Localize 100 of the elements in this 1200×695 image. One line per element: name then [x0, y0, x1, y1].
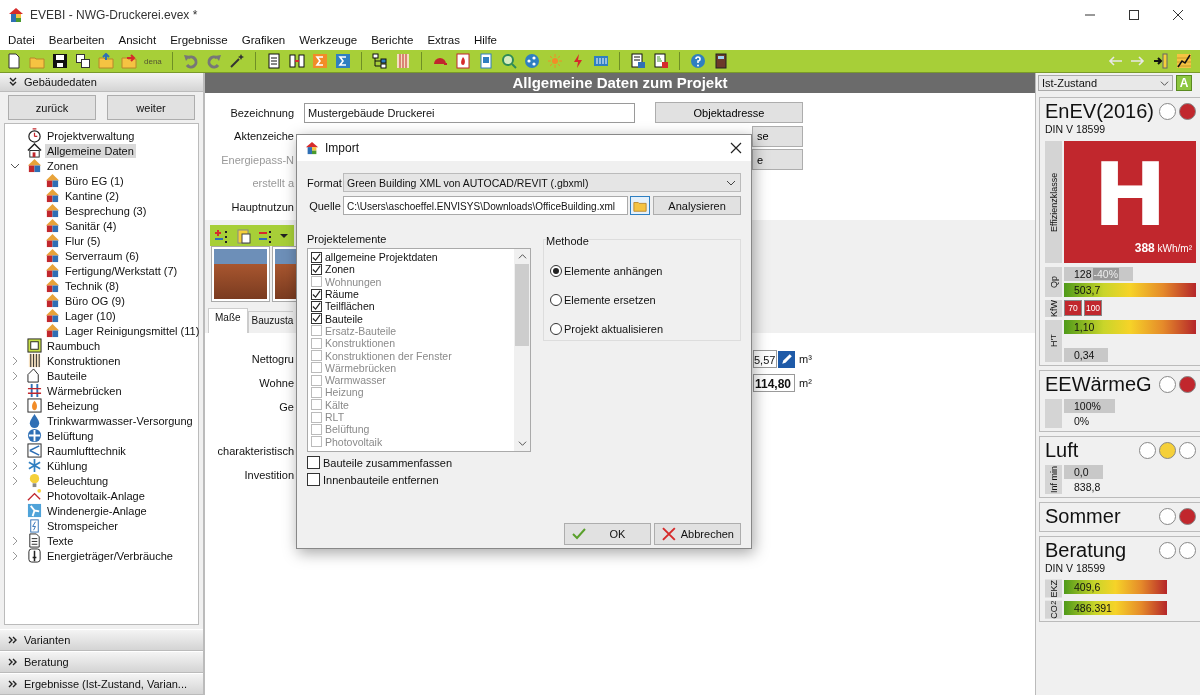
- save-icon[interactable]: [52, 53, 68, 69]
- browse-button[interactable]: [630, 196, 651, 215]
- collapsed-caret-icon[interactable]: [10, 370, 20, 381]
- menu-item[interactable]: Werkzeuge: [299, 34, 358, 46]
- edit-icon[interactable]: [778, 350, 795, 368]
- analyze-button[interactable]: Analysieren: [653, 196, 741, 215]
- checkbox[interactable]: [307, 473, 320, 486]
- format-dropdown[interactable]: Green Building XML von AUTOCAD/REVIT (.gbxml): [343, 173, 741, 192]
- new-page-icon[interactable]: [6, 53, 22, 69]
- menu-item[interactable]: Berichte: [371, 34, 414, 46]
- scroll-thumb[interactable]: [515, 264, 529, 346]
- value-field[interactable]: 5,57: [753, 350, 777, 368]
- scroll-up-icon[interactable]: [517, 252, 527, 261]
- magnifier-icon[interactable]: [500, 53, 517, 69]
- cancel-button[interactable]: Abbrechen: [654, 523, 741, 545]
- gauge-icon[interactable]: [477, 53, 494, 69]
- radio-button[interactable]: [550, 264, 562, 277]
- collapsed-caret-icon[interactable]: [10, 460, 20, 471]
- add-items-icon[interactable]: [214, 227, 230, 244]
- section-header[interactable]: Ergebnisse (Ist-Zustand, Varian...: [0, 673, 203, 695]
- menu-item[interactable]: Ansicht: [118, 34, 157, 46]
- radio-button[interactable]: [550, 293, 562, 306]
- tree-item[interactable]: Flur (5): [63, 233, 103, 248]
- collapsed-caret-icon[interactable]: [10, 400, 20, 411]
- tree-item[interactable]: Besprechung (3): [63, 203, 149, 218]
- tree-item[interactable]: Lager (10): [63, 308, 118, 323]
- tree-item[interactable]: Belüftung: [45, 428, 96, 443]
- checkbox[interactable]: [311, 251, 322, 263]
- section-header[interactable]: Varianten: [0, 629, 203, 651]
- close-icon[interactable]: [730, 142, 742, 154]
- menu-item[interactable]: Grafiken: [241, 34, 286, 46]
- folder-upload-icon[interactable]: [98, 53, 114, 69]
- menu-item[interactable]: Extras: [427, 34, 460, 46]
- tree-item[interactable]: Kantine (2): [63, 188, 121, 203]
- ok-button[interactable]: OK: [564, 523, 651, 545]
- dropdown-caret-icon[interactable]: [280, 231, 288, 240]
- tree-item[interactable]: Raumbuch: [45, 338, 103, 353]
- tree-item[interactable]: Projektverwaltung: [45, 128, 137, 143]
- photo-placeholder[interactable]: [212, 247, 269, 301]
- chart-icon[interactable]: [1176, 53, 1192, 69]
- tree-item[interactable]: Lager Reinigungsmittel (11): [63, 323, 202, 338]
- tree-item[interactable]: Windenergie-Anlage: [45, 503, 149, 518]
- section-header[interactable]: Beratung: [0, 651, 203, 673]
- clipboard-icon[interactable]: [236, 227, 252, 244]
- network-icon[interactable]: [523, 53, 540, 69]
- next-button[interactable]: weiter: [107, 95, 195, 120]
- energy-label-icon[interactable]: [652, 53, 669, 69]
- tree-item[interactable]: Raumlufttechnik: [45, 443, 128, 458]
- collapsed-caret-icon[interactable]: [10, 355, 20, 366]
- form-button[interactable]: e: [752, 149, 803, 171]
- tree-item[interactable]: Büro EG (1): [63, 173, 126, 188]
- dena-label[interactable]: dena: [144, 56, 162, 66]
- tree-item[interactable]: Fertigung/Werkstatt (7): [63, 263, 180, 278]
- tree-item[interactable]: Energieträger/Verbräuche: [45, 548, 175, 563]
- source-path-field[interactable]: C:\Users\aschoeffel.ENVISYS\Downloads\OfficeBuilding.xml: [342, 196, 629, 215]
- tree-item[interactable]: Bauteile: [45, 368, 89, 383]
- radio-button[interactable]: [550, 322, 562, 335]
- scrollbar[interactable]: [514, 249, 530, 451]
- tree-item[interactable]: Allgemeine Daten: [45, 143, 136, 158]
- split-document-icon[interactable]: [288, 53, 305, 69]
- folder-export-icon[interactable]: [121, 53, 137, 69]
- tree-item[interactable]: Zonen: [45, 158, 81, 173]
- checkbox[interactable]: [311, 288, 322, 300]
- undo-icon[interactable]: [182, 53, 199, 69]
- tree-item[interactable]: Beheizung: [45, 398, 101, 413]
- tree-item[interactable]: Photovoltaik-Anlage: [45, 488, 147, 503]
- checkbox[interactable]: [311, 263, 322, 275]
- tree-item[interactable]: Texte: [45, 533, 76, 548]
- document-icon[interactable]: [265, 53, 282, 69]
- name-field[interactable]: Mustergebäude Druckerei: [304, 102, 635, 123]
- tree-item[interactable]: Technik (8): [63, 278, 121, 293]
- form-button[interactable]: se: [752, 125, 803, 147]
- tree-item[interactable]: Büro OG (9): [63, 293, 127, 308]
- redo-icon[interactable]: [205, 53, 222, 69]
- close-icon[interactable]: [1172, 9, 1184, 21]
- collapsed-caret-icon[interactable]: [10, 430, 20, 441]
- collapsed-caret-icon[interactable]: [10, 550, 20, 561]
- tab[interactable]: Maße: [208, 308, 248, 333]
- tree-diagram-icon[interactable]: [371, 53, 388, 69]
- import-icon[interactable]: [1153, 53, 1169, 69]
- radiator-icon[interactable]: [592, 53, 609, 69]
- checkbox[interactable]: [311, 313, 322, 325]
- tree-item[interactable]: Konstruktionen: [45, 353, 123, 368]
- copy-icon[interactable]: [75, 53, 91, 69]
- report-document-icon[interactable]: [629, 53, 646, 69]
- menu-item[interactable]: Ergebnisse: [170, 34, 228, 46]
- tree-item[interactable]: Stromspeicher: [45, 518, 120, 533]
- collapsed-caret-icon[interactable]: [10, 535, 20, 546]
- back-button[interactable]: zurück: [8, 95, 96, 120]
- state-dropdown[interactable]: Ist-Zustand: [1038, 75, 1173, 91]
- tree-item[interactable]: Sanitär (4): [63, 218, 119, 233]
- menu-item[interactable]: Hilfe: [473, 34, 497, 46]
- collapsed-caret-icon[interactable]: [10, 415, 20, 426]
- flame-icon[interactable]: [454, 53, 471, 69]
- checkbox[interactable]: [311, 300, 322, 312]
- tree-item[interactable]: Wärmebrücken: [45, 383, 124, 398]
- door-icon[interactable]: [712, 53, 729, 69]
- help-icon[interactable]: [689, 53, 706, 69]
- sigma-icon[interactable]: [311, 53, 328, 69]
- tree-item[interactable]: Kühlung: [45, 458, 90, 473]
